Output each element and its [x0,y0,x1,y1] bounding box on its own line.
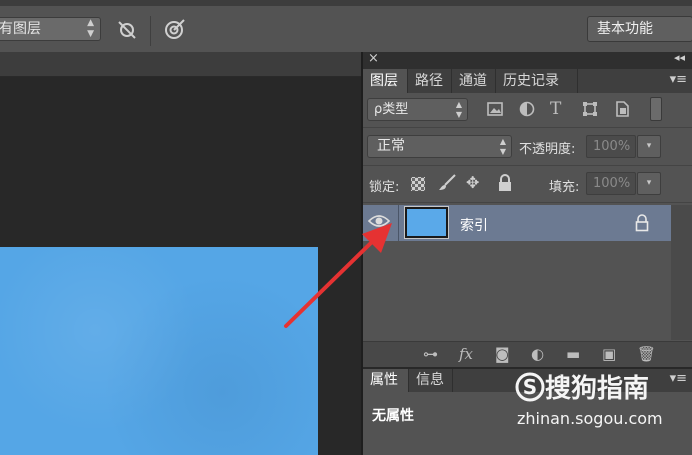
sample-layers-select[interactable]: 有图层 ▲ ▼ [0,17,101,41]
document-tab-strip [0,52,361,77]
select-arrows-icon: ▲ ▼ [455,100,462,119]
tab-paths[interactable]: 路径 [408,69,452,93]
tab-channels-label: 通道 [459,73,487,89]
layers-footer: ⊶ fx ◙ ◐ ▬ ▣ 🗑 [363,341,692,367]
opacity-dropdown-icon[interactable]: ▾ [637,135,661,158]
filter-smartobject-icon[interactable] [613,100,631,118]
opacity-label: 不透明度: [519,142,576,157]
fill-input[interactable]: 100% [586,172,636,195]
lock-label: 锁定: [369,180,400,195]
sample-select-label: 有图层 [0,21,41,37]
workspace-label: 基本功能 [597,21,653,37]
new-group-folder-icon[interactable]: ▬ [566,345,580,363]
lock-all-icon[interactable] [497,174,513,192]
lock-pixels-brush-icon[interactable] [437,173,457,193]
collapse-panel-icon[interactable]: ◂◂ [674,51,685,64]
blend-mode-label: 正常 [377,138,405,154]
canvas-image[interactable] [0,247,318,455]
tab-properties[interactable]: 属性 [363,369,409,392]
filter-toggle-switch[interactable] [650,97,662,121]
lock-transparent-icon[interactable] [411,177,425,191]
visibility-divider [398,205,399,241]
filter-pixel-icon[interactable] [486,100,504,118]
filter-label: ρ类型 [374,102,409,117]
watermark-title: S 搜狗指南 [515,368,649,405]
layer-thumbnail[interactable] [405,207,448,238]
fill-label: 填充: [549,180,580,195]
workspace-switcher[interactable]: 基本功能 [587,16,692,42]
opacity-value: 100% [593,139,631,154]
fill-value: 100% [593,176,631,191]
pressure-icon[interactable] [163,17,187,41]
row-divider [363,202,692,203]
select-arrows-icon: ▲ ▼ [499,137,506,156]
tab-info-label: 信息 [416,372,444,388]
tab-properties-label: 属性 [370,372,398,388]
layers-panel-tabs: 图层 路径 通道 历史记录 ▾≡ [363,69,692,93]
link-layers-icon[interactable]: ⊶ [423,345,438,363]
adjustment-layer-icon[interactable]: ◐ [531,345,544,363]
tab-channels[interactable]: 通道 [452,69,496,93]
close-panel-icon[interactable]: × [368,51,379,66]
red-annotation-arrow [284,223,392,328]
row-divider [363,127,692,128]
lock-position-move-icon[interactable]: ✥ [466,173,486,193]
new-layer-icon[interactable]: ▣ [602,345,616,363]
watermark: S 搜狗指南 zhinan.sogou.com [515,368,690,438]
fx-icon[interactable]: fx [459,345,473,363]
no-properties-text: 无属性 [372,408,414,424]
tab-history[interactable]: 历史记录 [496,69,578,93]
layers-scrollbar[interactable] [671,205,692,340]
tab-paths-label: 路径 [415,73,443,89]
add-mask-icon[interactable]: ◙ [495,345,510,363]
watermark-url: zhinan.sogou.com [517,409,663,428]
filter-adjustment-icon[interactable] [518,100,536,118]
svg-text:S: S [523,375,537,399]
trash-icon[interactable]: 🗑 [637,345,656,363]
filter-type-icon[interactable]: T [550,99,568,119]
watermark-title-text: 搜狗指南 [545,374,650,404]
tab-history-label: 历史记录 [503,73,559,89]
opacity-input[interactable]: 100% [586,135,636,158]
filter-shape-icon[interactable] [581,100,599,118]
layer-lock-icon [634,214,650,232]
blend-mode-select[interactable]: 正常 ▲ ▼ [367,135,512,158]
tab-layers[interactable]: 图层 [363,69,408,93]
panel-dock-header: × ◂◂ [363,51,692,69]
fill-dropdown-icon[interactable]: ▾ [637,172,661,195]
sogou-logo-icon: S [515,372,545,402]
row-divider [363,165,692,166]
tab-info[interactable]: 信息 [409,369,453,392]
layer-filter-select[interactable]: ρ类型 ▲ ▼ [367,98,468,121]
toolbar-divider [150,16,151,46]
tab-layers-label: 图层 [370,73,398,89]
layer-name[interactable]: 索引 [460,215,488,235]
panel-menu-icon[interactable]: ▾≡ [670,72,687,87]
select-arrows-icon: ▲ ▼ [87,18,94,39]
ignore-adjustment-icon[interactable] [116,19,138,41]
